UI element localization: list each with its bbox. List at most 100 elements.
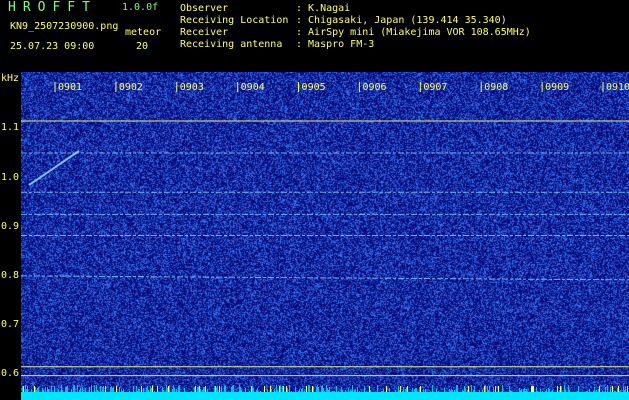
activity-peak [560, 386, 561, 392]
activity-spike [399, 390, 400, 392]
activity-spike [112, 388, 113, 392]
activity-peak [23, 386, 24, 392]
activity-spike [198, 387, 199, 392]
observer-value: : K.Nagai [296, 3, 351, 14]
activity-spike [395, 390, 396, 392]
activity-peak [532, 386, 533, 392]
y-tick-label: 1.1 [1, 122, 20, 134]
activity-spike [214, 386, 215, 392]
activity-spike [457, 385, 458, 392]
activity-spike [73, 385, 74, 392]
activity-spike [318, 387, 319, 392]
activity-spike [624, 390, 625, 392]
activity-spike [308, 385, 309, 392]
activity-spike [615, 391, 616, 392]
activity-spike [113, 387, 114, 392]
activity-spike [103, 386, 104, 392]
activity-spike [240, 387, 241, 392]
meteor-echo [28, 150, 80, 186]
activity-peak [407, 386, 408, 392]
activity-spike [249, 391, 250, 392]
activity-spike [328, 390, 329, 392]
activity-spike [545, 391, 546, 392]
activity-spike [471, 385, 472, 392]
activity-spike [382, 391, 383, 392]
activity-spike [456, 385, 457, 392]
activity-spike [352, 385, 353, 392]
activity-spike [80, 388, 81, 392]
activity-spike [172, 389, 173, 392]
app-title: HROFFT [8, 0, 97, 15]
activity-spike [162, 387, 163, 392]
activity-spike [43, 390, 44, 392]
activity-spike [35, 387, 36, 392]
activity-spike [119, 387, 120, 392]
activity-spike [479, 390, 480, 392]
activity-spike [89, 387, 90, 392]
activity-peak [286, 386, 287, 392]
activity-spike [174, 388, 175, 392]
activity-spike [194, 387, 195, 392]
activity-spike [253, 388, 254, 392]
activity-peak [369, 386, 370, 392]
activity-spike [602, 391, 603, 392]
activity-spike [565, 390, 566, 392]
minute-label: 0903 [180, 82, 204, 93]
activity-spike [178, 386, 179, 392]
activity-spike [138, 389, 139, 392]
activity-spike [110, 387, 111, 392]
activity-peak [152, 386, 153, 392]
minute-label: 0906 [362, 82, 386, 93]
activity-peak [34, 386, 35, 392]
activity-peak [283, 386, 284, 392]
activity-peak [557, 386, 558, 392]
activity-spike [438, 391, 439, 392]
activity-spike [605, 387, 606, 392]
activity-spike [425, 389, 426, 392]
activity-spike [467, 390, 468, 392]
activity-peak [599, 386, 600, 392]
activity-peak [618, 386, 619, 392]
activity-spike [341, 387, 342, 392]
activity-spike [509, 386, 510, 392]
activity-peak [141, 386, 142, 392]
activity-spike [173, 385, 174, 392]
activity-spike [406, 387, 407, 392]
activity-peak [484, 386, 485, 392]
activity-spike [309, 385, 310, 392]
activity-spike [299, 389, 300, 392]
activity-peak [205, 386, 206, 392]
activity-spike [596, 390, 597, 392]
activity-spike [45, 387, 46, 392]
activity-peak [386, 386, 387, 392]
activity-spike [295, 387, 296, 392]
activity-peak [400, 386, 401, 392]
activity-spike [326, 385, 327, 392]
spectrogram-overlay: 0901 0902 0903 0904 0905 0906 0907 0908 0909 0910 [21, 82, 629, 400]
activity-spike [412, 388, 413, 392]
activity-spike [377, 385, 378, 392]
activity-spike [403, 387, 404, 392]
activity-spike [51, 386, 52, 392]
receiver-label: Receiver [180, 27, 229, 38]
activity-spike [169, 385, 170, 392]
activity-peak [270, 386, 271, 392]
activity-spike [354, 390, 355, 392]
activity-spike [465, 388, 466, 392]
activity-peak [498, 386, 499, 392]
activity-spike [614, 391, 615, 392]
file-name: KN9_2507230900.png [10, 21, 119, 32]
activity-spike [121, 389, 122, 392]
activity-spike [37, 388, 38, 392]
activity-spike [619, 391, 620, 392]
activity-peak [105, 386, 106, 392]
activity-spike [548, 388, 549, 392]
activity-spike [200, 389, 201, 392]
activity-spike [381, 391, 382, 392]
activity-spike [569, 390, 570, 392]
activity-spike [568, 385, 569, 392]
activity-spike [323, 388, 324, 392]
activity-spike [71, 389, 72, 392]
timestamp: 25.07.23 09:00 [10, 41, 95, 52]
activity-spike [355, 389, 356, 392]
